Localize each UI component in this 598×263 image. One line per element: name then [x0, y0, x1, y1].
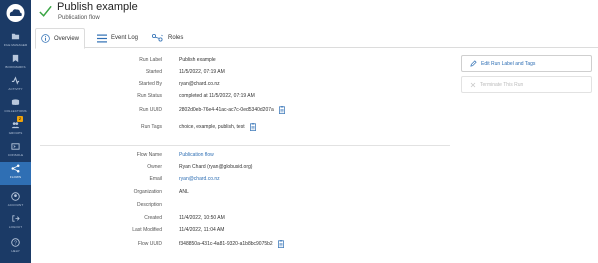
organization-value: ANL: [179, 189, 189, 195]
description-row: Description: [0, 200, 598, 210]
email-row: Email ryan@chard.co.nz: [0, 174, 598, 184]
last-modified-value: 11/4/2022, 11:04 AM: [179, 227, 225, 233]
started-value: 11/5/2022, 07:19 AM: [179, 69, 225, 75]
last-modified-key: Last Modified: [132, 227, 162, 233]
flow-uuid-value-wrap: f348850a-431c-4a81-9320-a1b8bc9075b2: [179, 239, 285, 249]
run-uuid-value-wrap: 2802d0eb-76e4-41ac-ac7c-0ed5340d207a: [179, 105, 286, 115]
sidebar-item-file-manager[interactable]: FILE MANAGER: [0, 30, 31, 53]
tab-roles[interactable]: Roles: [151, 28, 183, 48]
owner-key: Owner: [147, 164, 162, 170]
info-icon: [41, 34, 50, 43]
flow-name-row: Flow Name Publication flow: [0, 150, 598, 160]
started-key: Started: [145, 69, 162, 75]
run-tags-value-wrap: choice, example, publish, test: [179, 122, 256, 132]
run-status-key: Run Status: [137, 93, 162, 99]
copy-icon[interactable]: [279, 105, 286, 114]
email-link[interactable]: ryan@chard.co.nz: [179, 174, 220, 184]
created-key: Created: [144, 215, 162, 221]
created-row: Created 11/4/2022, 10:50 AM: [0, 213, 598, 223]
terminate-run-button[interactable]: Terminate This Run: [461, 76, 592, 93]
run-label-key: Run Label: [139, 57, 162, 63]
tab-event-log[interactable]: Event Log: [97, 28, 138, 48]
flow-uuid-row: Flow UUID f348850a-431c-4a81-9320-a1b8bc…: [0, 239, 598, 249]
list-icon: [97, 34, 107, 42]
started-by-value: ryan@chard.co.nz: [179, 81, 220, 87]
run-uuid-row: Run UUID 2802d0eb-76e4-41ac-ac7c-0ed5340…: [0, 105, 598, 115]
run-uuid-value: 2802d0eb-76e4-41ac-ac7c-0ed5340d207a: [179, 107, 274, 113]
run-tags-key: Run Tags: [140, 124, 162, 130]
close-icon: [470, 82, 476, 87]
run-tags-value: choice, example, publish, test: [179, 124, 245, 130]
flow-name-key: Flow Name: [136, 152, 162, 158]
created-value: 11/4/2022, 10:50 AM: [179, 215, 225, 221]
edit-run-label-button[interactable]: Edit Run Label and Tags: [461, 55, 592, 72]
folder-icon: [11, 33, 20, 40]
tab-label: Overview: [54, 35, 80, 42]
status-check-icon: [39, 5, 52, 17]
page-title: Publish example: [57, 1, 138, 13]
run-status-value: completed at 11/5/2022, 07:19 AM: [179, 93, 255, 99]
terminate-run-text: Terminate This Run: [480, 81, 524, 88]
last-modified-row: Last Modified 11/4/2022, 11:04 AM: [0, 225, 598, 235]
copy-icon[interactable]: [250, 122, 256, 131]
run-uuid-key: Run UUID: [139, 107, 162, 113]
tab-label: Event Log: [111, 35, 139, 41]
run-tags-row: Run Tags choice, example, publish, test: [0, 122, 598, 132]
roles-icon: [151, 33, 163, 42]
flow-uuid-value: f348850a-431c-4a81-9320-a1b8bc9075b2: [179, 241, 273, 247]
pencil-icon: [470, 60, 477, 67]
globus-logo-icon[interactable]: [4, 3, 27, 23]
edit-run-label-text: Edit Run Label and Tags: [481, 60, 536, 67]
tab-label: Roles: [168, 35, 184, 41]
run-label-value: Publish example: [179, 57, 216, 63]
divider: [40, 145, 450, 146]
tab-bar: Overview Event Log Roles: [35, 28, 598, 49]
flow-name-link[interactable]: Publication flow: [179, 150, 214, 160]
sidebar-item-label: HELP: [11, 249, 20, 253]
sidebar-item-label: FILE MANAGER: [3, 43, 28, 47]
flow-uuid-key: Flow UUID: [137, 241, 162, 247]
started-by-key: Started By: [138, 81, 162, 87]
owner-value: Ryan Chard (ryan@globusid.org): [179, 164, 253, 170]
description-key: Description: [136, 202, 162, 208]
organization-row: Organization ANL: [0, 187, 598, 197]
tab-overview[interactable]: Overview: [35, 28, 86, 49]
email-key: Email: [149, 176, 162, 182]
copy-icon[interactable]: [278, 239, 285, 248]
page-subtitle: Publication flow: [58, 15, 100, 21]
owner-row: Owner Ryan Chard (ryan@globusid.org): [0, 162, 598, 172]
organization-key: Organization: [133, 189, 162, 195]
